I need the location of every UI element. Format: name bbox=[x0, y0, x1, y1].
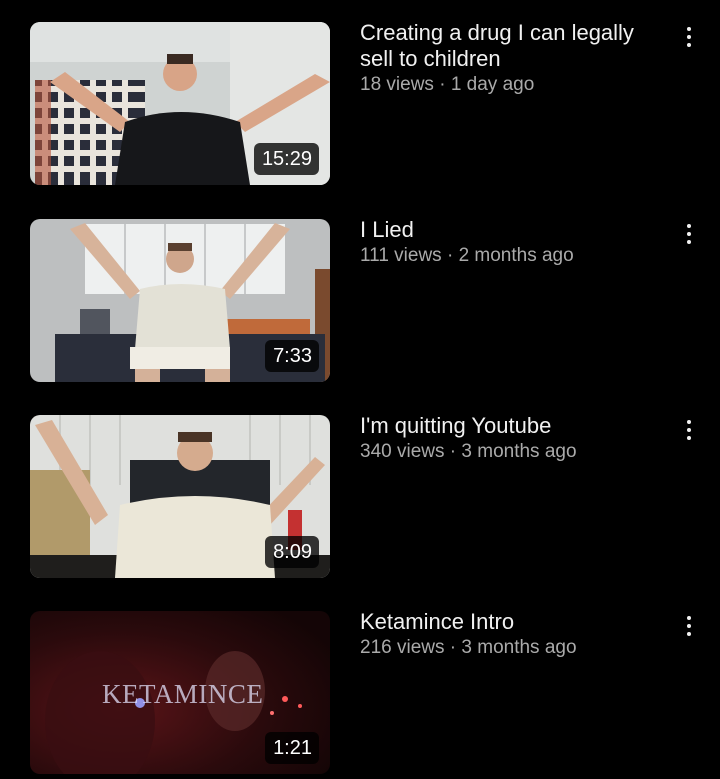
view-count: 216 views bbox=[360, 637, 445, 658]
video-item[interactable]: 8:09 I'm quitting Youtube 340 views · 3 … bbox=[0, 413, 720, 583]
video-meta: I'm quitting Youtube 340 views · 3 month… bbox=[360, 413, 660, 464]
duration-badge: 15:29 bbox=[253, 143, 319, 175]
duration-badge: 8:09 bbox=[265, 536, 319, 568]
video-title[interactable]: Ketamince Intro bbox=[360, 609, 660, 635]
upload-age: 1 day ago bbox=[450, 74, 535, 95]
upload-age: 3 months ago bbox=[461, 441, 577, 462]
video-stats: 18 views · 1 day ago bbox=[360, 73, 660, 97]
video-item[interactable]: 15:29 Creating a drug I can legally sell… bbox=[0, 20, 720, 190]
view-count: 340 views bbox=[360, 441, 445, 462]
video-meta: Ketamince Intro 216 views · 3 months ago bbox=[360, 609, 660, 660]
video-stats: 111 views · 2 months ago bbox=[360, 244, 660, 268]
upload-age: 2 months ago bbox=[458, 245, 574, 266]
video-thumbnail[interactable]: 8:09 bbox=[30, 415, 330, 578]
video-title[interactable]: Creating a drug I can legally sell to ch… bbox=[360, 20, 660, 72]
more-vert-icon[interactable] bbox=[676, 415, 702, 445]
duration-badge: 7:33 bbox=[265, 340, 319, 372]
separator: · bbox=[433, 74, 451, 95]
video-list: 15:29 Creating a drug I can legally sell… bbox=[0, 0, 720, 774]
more-vert-icon[interactable] bbox=[676, 22, 702, 52]
separator: · bbox=[444, 441, 462, 462]
thumbnail-wordmark: KETAMINCE bbox=[102, 679, 264, 709]
video-thumbnail[interactable]: 7:33 bbox=[30, 219, 330, 382]
video-thumbnail[interactable]: KETAMINCE 1:21 bbox=[30, 611, 330, 774]
separator: · bbox=[444, 637, 462, 658]
video-item[interactable]: 7:33 I Lied 111 views · 2 months ago bbox=[0, 217, 720, 387]
more-vert-icon[interactable] bbox=[676, 611, 702, 641]
separator: · bbox=[441, 245, 459, 266]
duration-badge: 1:21 bbox=[265, 732, 319, 764]
view-count: 18 views bbox=[360, 74, 434, 95]
video-meta: I Lied 111 views · 2 months ago bbox=[360, 217, 660, 268]
video-meta: Creating a drug I can legally sell to ch… bbox=[360, 20, 660, 97]
video-stats: 340 views · 3 months ago bbox=[360, 440, 660, 464]
more-vert-icon[interactable] bbox=[676, 219, 702, 249]
video-stats: 216 views · 3 months ago bbox=[360, 636, 660, 660]
upload-age: 3 months ago bbox=[461, 637, 577, 658]
video-item[interactable]: KETAMINCE 1:21 Ketamince Intro 216 views… bbox=[0, 609, 720, 779]
video-title[interactable]: I Lied bbox=[360, 217, 660, 243]
view-count: 111 views bbox=[360, 245, 442, 266]
video-title[interactable]: I'm quitting Youtube bbox=[360, 413, 660, 439]
video-thumbnail[interactable]: 15:29 bbox=[30, 22, 330, 185]
